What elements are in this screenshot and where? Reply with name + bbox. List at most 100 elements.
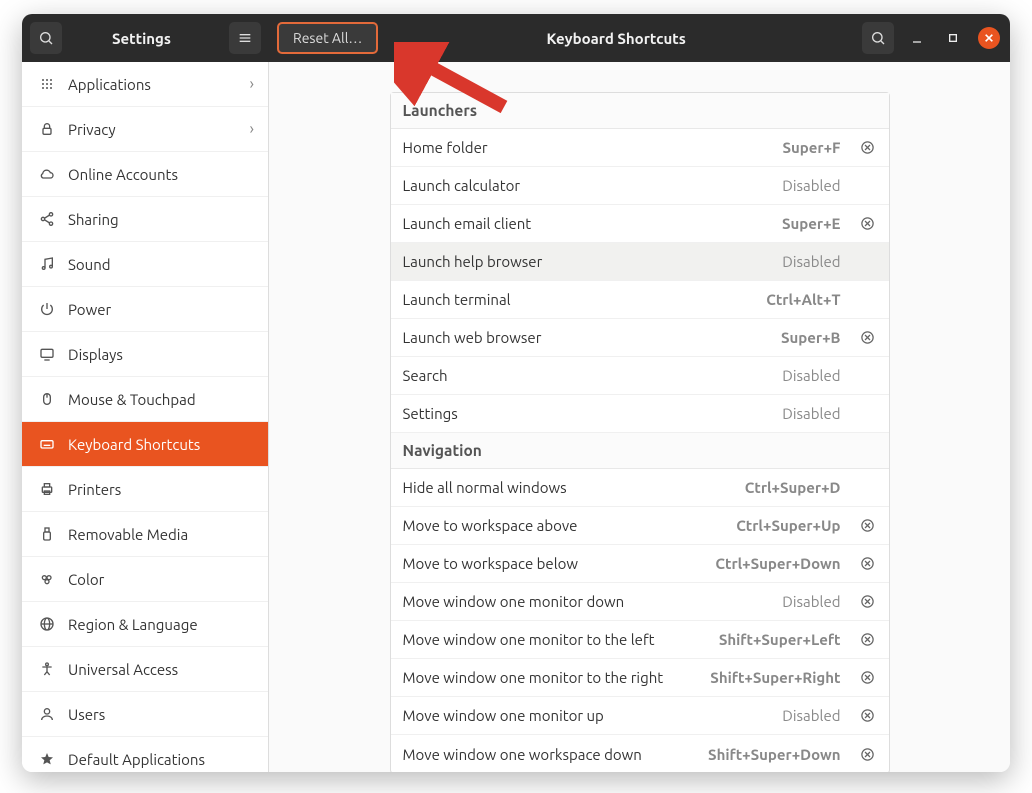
hamburger-button[interactable] — [229, 22, 261, 54]
sidebar-item-displays[interactable]: Displays — [22, 332, 268, 377]
sidebar-item-applications[interactable]: Applications› — [22, 62, 268, 107]
clear-shortcut-button[interactable] — [859, 669, 877, 687]
shortcut-label: Hide all normal windows — [403, 479, 745, 496]
sidebar-item-keyboard-shortcuts[interactable]: Keyboard Shortcuts — [22, 422, 268, 467]
shortcut-row[interactable]: SettingsDisabled — [391, 395, 889, 433]
shortcut-row[interactable]: Move window one monitor downDisabled — [391, 583, 889, 621]
clear-shortcut-button[interactable] — [859, 745, 877, 763]
shortcut-row[interactable]: Launch terminalCtrl+Alt+T — [391, 281, 889, 319]
shortcut-accelerator: Shift+Super+Left — [719, 631, 841, 648]
shortcut-row[interactable]: Move window one monitor to the rightShif… — [391, 659, 889, 697]
sidebar-item-label: Mouse & Touchpad — [68, 391, 196, 408]
maximize-icon — [945, 30, 961, 46]
sidebar-item-sound[interactable]: Sound — [22, 242, 268, 287]
settings-window: Settings Reset All… Keyboard Shortcuts — [22, 14, 1010, 772]
shortcut-row[interactable]: Move to workspace belowCtrl+Super+Down — [391, 545, 889, 583]
sidebar-item-users[interactable]: Users — [22, 692, 268, 737]
hamburger-icon — [237, 30, 253, 46]
sidebar-item-label: Displays — [68, 346, 123, 363]
shortcut-row[interactable]: SearchDisabled — [391, 357, 889, 395]
shortcut-row[interactable]: Launch calculatorDisabled — [391, 167, 889, 205]
shortcut-accelerator: Disabled — [782, 593, 840, 610]
sidebar-item-label: Sharing — [68, 211, 119, 228]
shortcut-accelerator: Ctrl+Super+D — [745, 479, 841, 496]
clear-shortcut-button[interactable] — [859, 329, 877, 347]
section-header: Navigation — [391, 433, 889, 469]
lock-icon — [36, 121, 58, 137]
search-icon — [870, 30, 886, 46]
shortcut-row[interactable]: Move to workspace aboveCtrl+Super+Up — [391, 507, 889, 545]
sidebar-item-default-applications[interactable]: Default Applications — [22, 737, 268, 772]
search-button-right[interactable] — [862, 22, 894, 54]
share-icon — [36, 211, 58, 227]
clear-shortcut-button[interactable] — [859, 517, 877, 535]
clear-shortcut-button[interactable] — [859, 631, 877, 649]
shortcut-label: Move window one monitor down — [403, 593, 783, 610]
sidebar-item-mouse-touchpad[interactable]: Mouse & Touchpad — [22, 377, 268, 422]
shortcut-label: Move to workspace above — [403, 517, 737, 534]
shortcut-label: Move window one monitor up — [403, 707, 783, 724]
shortcut-accelerator: Ctrl+Alt+T — [766, 291, 840, 308]
search-button-left[interactable] — [30, 22, 62, 54]
sidebar: Applications›Privacy›Online AccountsShar… — [22, 62, 269, 772]
shortcut-row[interactable]: Move window one monitor upDisabled — [391, 697, 889, 735]
sidebar-item-label: Default Applications — [68, 751, 205, 768]
shortcut-label: Launch web browser — [403, 329, 782, 346]
clear-shortcut-button[interactable] — [859, 215, 877, 233]
sidebar-item-sharing[interactable]: Sharing — [22, 197, 268, 242]
sidebar-item-label: Online Accounts — [68, 166, 178, 183]
body: Applications›Privacy›Online AccountsShar… — [22, 62, 1010, 772]
shortcut-accelerator: Super+E — [782, 215, 840, 232]
shortcut-accelerator: Disabled — [782, 707, 840, 724]
shortcut-row[interactable]: Home folderSuper+F — [391, 129, 889, 167]
sidebar-item-power[interactable]: Power — [22, 287, 268, 332]
chevron-right-icon: › — [250, 120, 255, 138]
sidebar-item-privacy[interactable]: Privacy› — [22, 107, 268, 152]
shortcut-accelerator: Shift+Super+Right — [710, 669, 840, 686]
page-title: Keyboard Shortcuts — [378, 30, 854, 47]
shortcut-accelerator: Super+F — [783, 139, 841, 156]
close-icon — [981, 30, 997, 46]
sidebar-item-label: Applications — [68, 76, 151, 93]
minimize-button[interactable] — [906, 27, 928, 49]
shortcut-row[interactable]: Hide all normal windowsCtrl+Super+D — [391, 469, 889, 507]
window-controls — [906, 27, 1010, 49]
sidebar-item-label: Color — [68, 571, 104, 588]
minimize-icon — [909, 30, 925, 46]
clear-shortcut-button[interactable] — [859, 593, 877, 611]
shortcut-label: Move to workspace below — [403, 555, 716, 572]
usb-icon — [36, 526, 58, 542]
shortcut-row[interactable]: Launch email clientSuper+E — [391, 205, 889, 243]
section-header: Launchers — [391, 93, 889, 129]
sidebar-item-region-language[interactable]: Region & Language — [22, 602, 268, 647]
sidebar-item-color[interactable]: Color — [22, 557, 268, 602]
shortcut-label: Move window one workspace down — [403, 746, 709, 763]
shortcut-label: Settings — [403, 405, 783, 422]
shortcut-row[interactable]: Move window one monitor to the leftShift… — [391, 621, 889, 659]
shortcut-accelerator: Disabled — [782, 177, 840, 194]
sidebar-item-printers[interactable]: Printers — [22, 467, 268, 512]
clear-shortcut-button[interactable] — [859, 139, 877, 157]
shortcut-row[interactable]: Launch help browserDisabled — [391, 243, 889, 281]
maximize-button[interactable] — [942, 27, 964, 49]
shortcut-accelerator: Disabled — [782, 405, 840, 422]
close-button[interactable] — [978, 27, 1000, 49]
shortcut-accelerator: Shift+Super+Down — [708, 746, 840, 763]
sidebar-item-removable-media[interactable]: Removable Media — [22, 512, 268, 557]
sidebar-item-universal-access[interactable]: Universal Access — [22, 647, 268, 692]
clear-shortcut-button[interactable] — [859, 555, 877, 573]
shortcut-label: Move window one monitor to the left — [403, 631, 719, 648]
sidebar-item-label: Keyboard Shortcuts — [68, 436, 200, 453]
mouse-icon — [36, 391, 58, 407]
content-area[interactable]: LaunchersHome folderSuper+FLaunch calcul… — [269, 62, 1010, 772]
shortcut-row[interactable]: Launch web browserSuper+B — [391, 319, 889, 357]
reset-all-button[interactable]: Reset All… — [277, 22, 378, 54]
shortcut-accelerator: Super+B — [781, 329, 841, 346]
shortcut-accelerator: Ctrl+Super+Up — [736, 517, 840, 534]
shortcut-row[interactable]: Move window one workspace downShift+Supe… — [391, 735, 889, 772]
shortcut-label: Search — [403, 367, 783, 384]
sidebar-item-online-accounts[interactable]: Online Accounts — [22, 152, 268, 197]
sidebar-item-label: Power — [68, 301, 111, 318]
clear-shortcut-button[interactable] — [859, 707, 877, 725]
shortcut-label: Home folder — [403, 139, 783, 156]
